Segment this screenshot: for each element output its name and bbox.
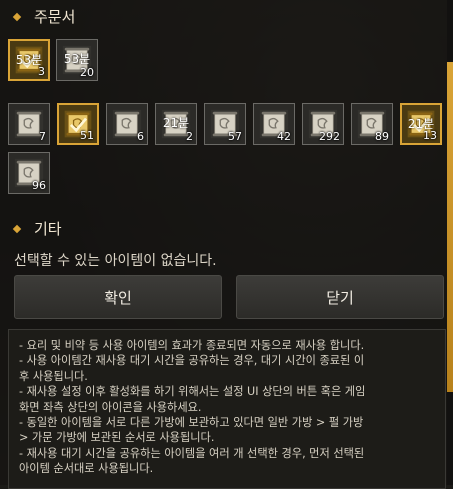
stack-count: 2 [186, 130, 193, 143]
info-line: 후 사용됩니다. [19, 369, 88, 383]
stack-count: 13 [423, 129, 437, 142]
stack-count: 96 [32, 179, 46, 192]
item-slot[interactable]: 21분 2 [155, 103, 197, 145]
cooldown-label: 21분 [162, 116, 190, 130]
stack-count: 6 [137, 130, 144, 143]
item-slot[interactable]: 57 [204, 103, 246, 145]
info-line: - 재사용 대기 시간을 공유하는 아이템을 여러 개 선택한 경우, 먼저 선… [19, 446, 365, 460]
item-slot[interactable]: 6 [106, 103, 148, 145]
item-slot[interactable]: 42 [253, 103, 295, 145]
info-line: - 요리 및 비약 등 사용 아이템의 효과가 종료되면 자동으로 재사용 합니… [19, 339, 365, 352]
scrolls-section-title: 주문서 [34, 8, 76, 26]
stack-count: 3 [38, 65, 45, 78]
stack-count: 292 [319, 130, 340, 143]
scroll-slot[interactable]: 53분 20 [56, 39, 98, 81]
scrollbar-thumb[interactable] [447, 62, 453, 392]
diamond-bullet-icon [12, 224, 22, 233]
item-slot[interactable]: 51 [57, 103, 99, 145]
item-slot[interactable]: 89 [351, 103, 393, 145]
info-line: 화면 좌측 상단의 아이콘을 사용하세요. [19, 400, 202, 414]
scrolls-section-header: 주문서 [12, 6, 76, 27]
scroll-slot[interactable]: 53분 3 [8, 39, 50, 81]
stack-count: 89 [375, 130, 389, 143]
misc-section-title: 기타 [34, 220, 62, 238]
close-button[interactable]: 닫기 [236, 275, 444, 319]
stack-count: 7 [39, 130, 46, 143]
misc-section-header: 기타 [12, 218, 62, 239]
diamond-bullet-icon [12, 12, 22, 21]
empty-items-message: 선택할 수 있는 아이템이 없습니다. [14, 253, 217, 269]
scrollbar-track[interactable] [447, 0, 453, 485]
info-line: > 가문 가방에 보관된 순서로 사용됩니다. [19, 431, 215, 445]
info-notice-box: - 요리 및 비약 등 사용 아이템의 효과가 종료되면 자동으로 재사용 합니… [8, 329, 446, 489]
confirm-button[interactable]: 확인 [14, 275, 222, 319]
auto-reuse-panel: 주문서 53분 3 53분 20 7 51 6 21분 2 57 42 292 89 21분 13 96 기… [0, 0, 447, 489]
info-line: - 재사용 설정 이후 활성화를 하기 위해서는 설정 UI 상단의 버튼 혹은… [19, 385, 366, 399]
item-slot[interactable]: 96 [8, 152, 50, 194]
stack-count: 20 [80, 66, 94, 79]
item-slot[interactable]: 7 [8, 103, 50, 145]
info-line: - 동일한 아이템을 서로 다른 가방에 보관하고 있다면 일반 가방 > 펄 … [19, 416, 364, 430]
stack-count: 57 [228, 130, 242, 143]
info-line: 아이템 순서대로 사용됩니다. [19, 462, 154, 476]
info-line: - 사용 아이템간 재사용 대기 시간을 공유하는 경우, 대기 시간이 종료된… [19, 354, 365, 368]
stack-count: 51 [80, 129, 94, 142]
item-slot[interactable]: 21분 13 [400, 103, 442, 145]
cooldown-label: 53분 [63, 52, 91, 66]
stack-count: 42 [277, 130, 291, 143]
item-slot[interactable]: 292 [302, 103, 344, 145]
